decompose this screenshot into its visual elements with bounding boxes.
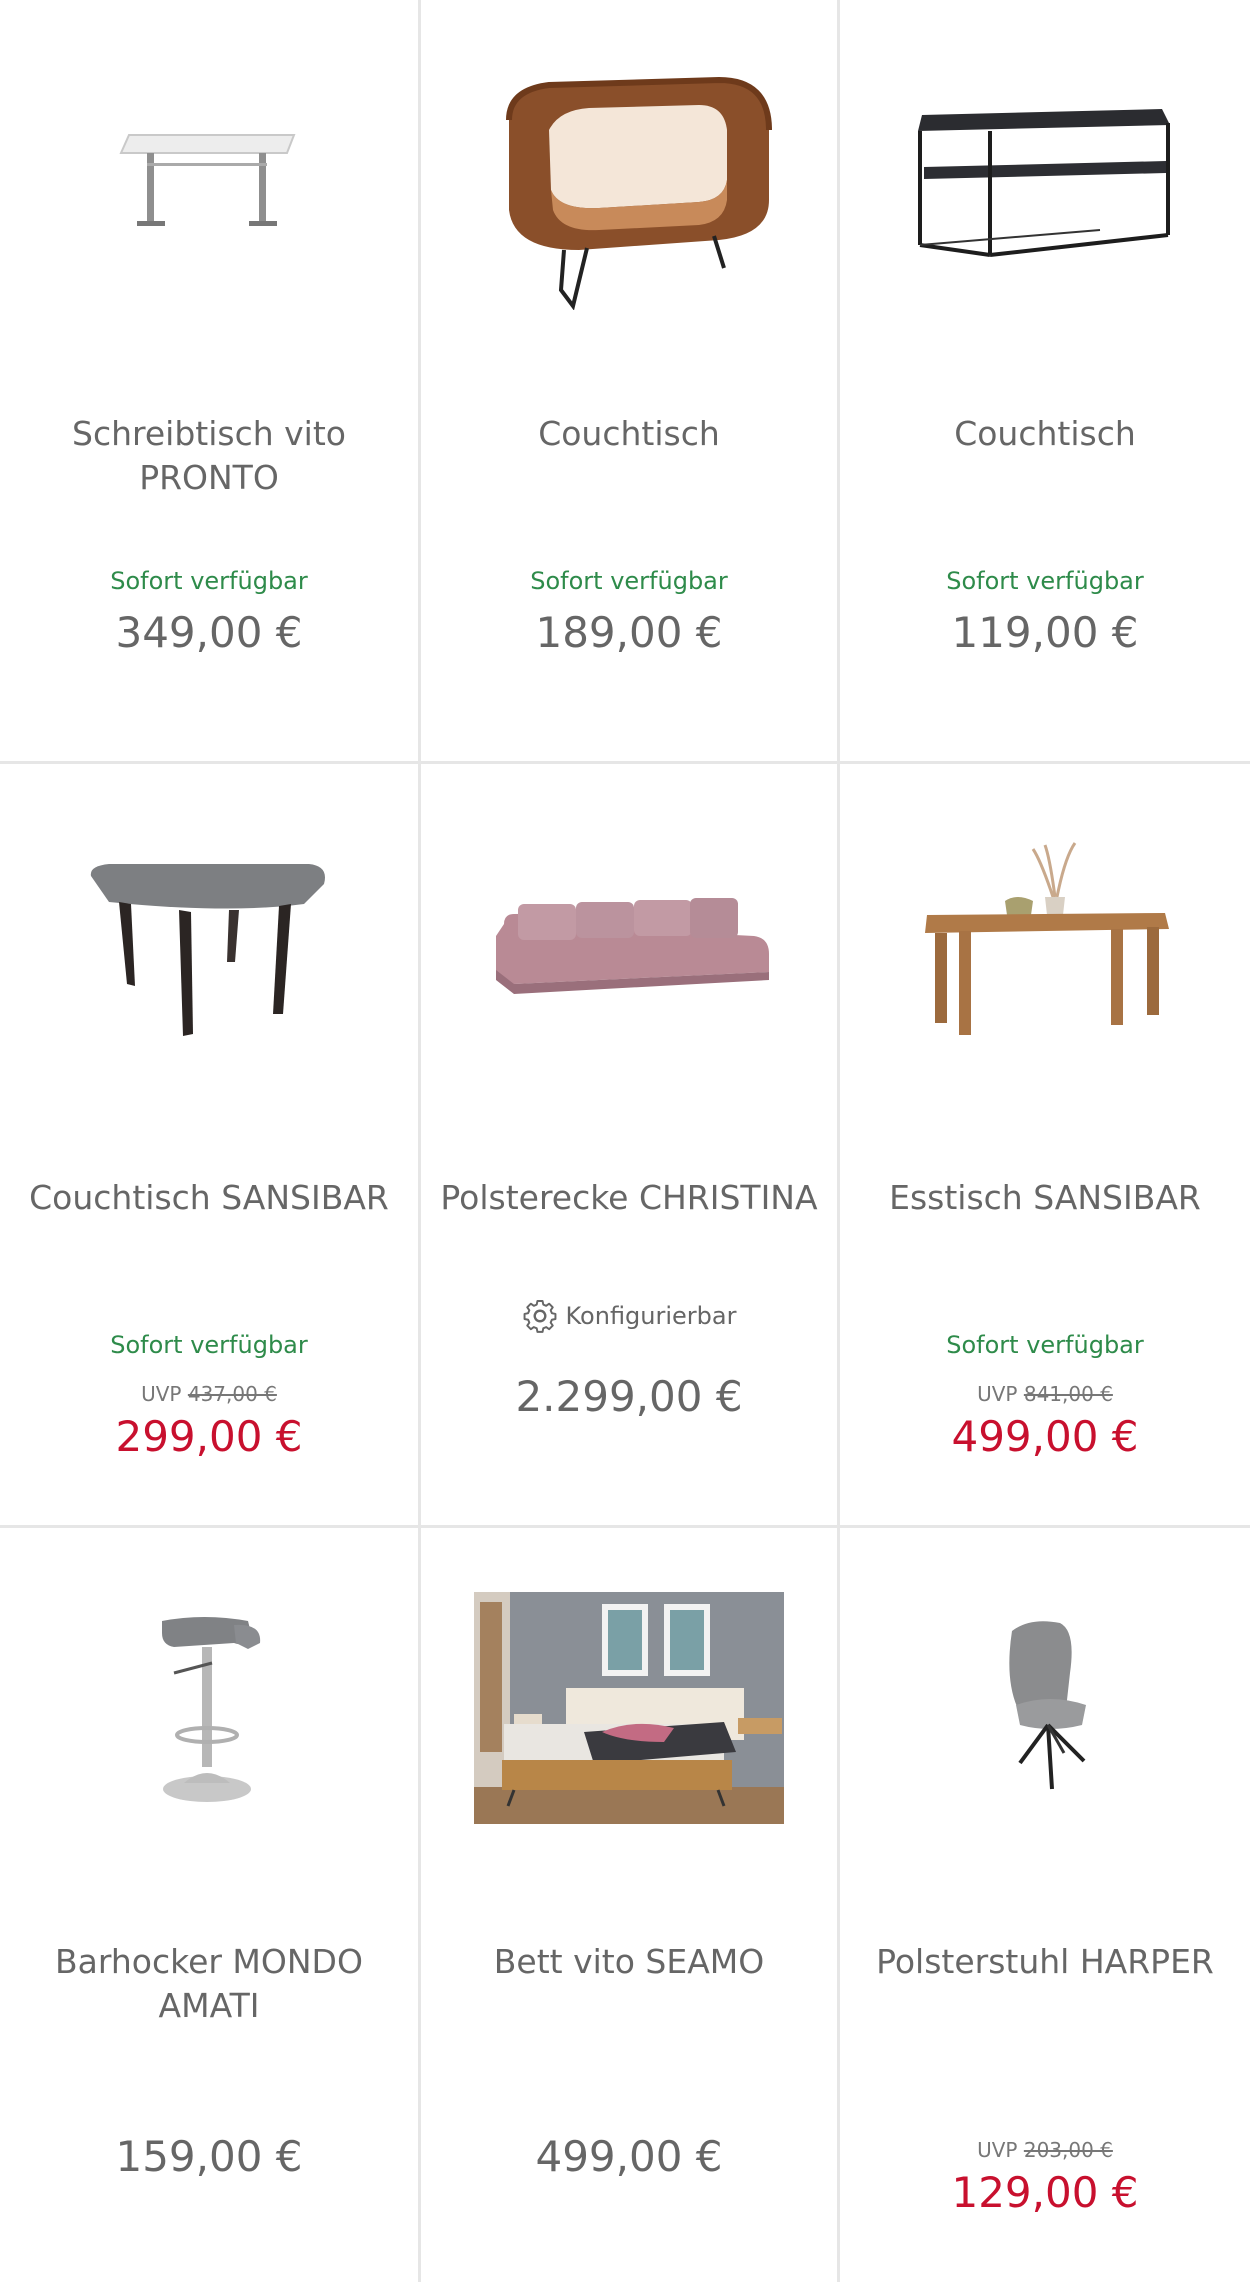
uvp-old-price: 203,00 €: [1023, 2138, 1113, 2162]
product-price: 499,00 €: [535, 2132, 723, 2181]
uvp-price: UVP 203,00 €: [840, 2138, 1250, 2162]
product-name[interactable]: Polsterstuhl HARPER: [850, 1940, 1240, 1984]
availability-label: Sofort verfügbar: [946, 567, 1144, 595]
product-price: 2.299,00 €: [515, 1372, 743, 1421]
product-price: 159,00 €: [115, 2132, 303, 2181]
product-image[interactable]: [0, 804, 418, 1084]
uvp-price: UVP 841,00 €: [840, 1382, 1250, 1406]
uvp-price: UVP 437,00 €: [0, 1382, 418, 1406]
wood-coffee-table-icon: [506, 76, 772, 310]
product-name[interactable]: Barhocker MONDO AMATI: [10, 1940, 408, 2028]
availability-label: Sofort verfügbar: [110, 1331, 308, 1359]
product-price: 349,00 €: [115, 608, 303, 657]
product-card[interactable]: Esstisch SANSIBAR Sofort verfügbar UVP 8…: [840, 764, 1250, 1525]
product-name[interactable]: Couchtisch SANSIBAR: [10, 1176, 408, 1220]
sale-price: 499,00 €: [951, 1412, 1139, 1461]
product-price: 119,00 €: [951, 608, 1139, 657]
dining-table-icon: [925, 842, 1169, 1035]
grey-table-icon: [90, 864, 326, 1036]
availability-label: Sofort verfügbar: [530, 567, 728, 595]
product-name[interactable]: Schreibtisch vito PRONTO: [10, 412, 408, 500]
product-card[interactable]: Couchtisch Sofort verfügbar 119,00 €: [840, 0, 1250, 761]
uvp-old-price: 841,00 €: [1023, 1382, 1113, 1406]
sale-price: 299,00 €: [115, 1412, 303, 1461]
gear-icon: [523, 1300, 556, 1333]
uvp-old-price: 437,00 €: [187, 1382, 277, 1406]
product-card[interactable]: Polsterecke CHRISTINA Konfigurierbar 2.2…: [421, 764, 837, 1525]
product-card[interactable]: Polsterstuhl HARPER UVP 203,00 € 129,00 …: [840, 1528, 1250, 2282]
uvp-label: UVP: [977, 1382, 1018, 1406]
bed-photo-icon: [474, 1592, 784, 1824]
product-price: 189,00 €: [535, 608, 723, 657]
product-name[interactable]: Couchtisch: [431, 412, 827, 456]
product-card[interactable]: Schreibtisch vito PRONTO Sofort verfügba…: [0, 0, 418, 761]
product-grid: Schreibtisch vito PRONTO Sofort verfügba…: [0, 0, 1250, 2282]
product-card[interactable]: Couchtisch SANSIBAR Sofort verfügbar UVP…: [0, 764, 418, 1525]
sale-price: 129,00 €: [951, 2168, 1139, 2217]
product-name[interactable]: Couchtisch: [850, 412, 1240, 456]
product-card[interactable]: Barhocker MONDO AMATI 159,00 €: [0, 1528, 418, 2282]
uvp-label: UVP: [977, 2138, 1018, 2162]
sofa-icon: [496, 898, 769, 994]
availability-label: Sofort verfügbar: [946, 1331, 1144, 1359]
product-image[interactable]: [840, 804, 1250, 1084]
configurable-badge: Konfigurierbar: [421, 1298, 837, 1334]
product-name[interactable]: Polsterecke CHRISTINA: [431, 1176, 827, 1220]
product-image[interactable]: [0, 1568, 418, 1848]
product-name[interactable]: Esstisch SANSIBAR: [850, 1176, 1240, 1220]
bar-stool-icon: [162, 1617, 261, 1802]
chair-icon: [1009, 1621, 1086, 1790]
uvp-label: UVP: [141, 1382, 182, 1406]
desk-icon: [119, 134, 296, 226]
product-image[interactable]: [421, 40, 837, 320]
product-image[interactable]: [0, 40, 418, 320]
product-image[interactable]: [421, 804, 837, 1084]
product-card[interactable]: Bett vito SEAMO 499,00 €: [421, 1528, 837, 2282]
metal-coffee-table-icon: [918, 109, 1170, 257]
product-image[interactable]: [421, 1568, 837, 1848]
product-card[interactable]: Couchtisch Sofort verfügbar 189,00 €: [421, 0, 837, 761]
product-name[interactable]: Bett vito SEAMO: [431, 1940, 827, 1984]
configurable-label: Konfigurierbar: [565, 1302, 737, 1330]
product-image[interactable]: [840, 1568, 1250, 1848]
product-image[interactable]: [840, 40, 1250, 320]
availability-label: Sofort verfügbar: [110, 567, 308, 595]
